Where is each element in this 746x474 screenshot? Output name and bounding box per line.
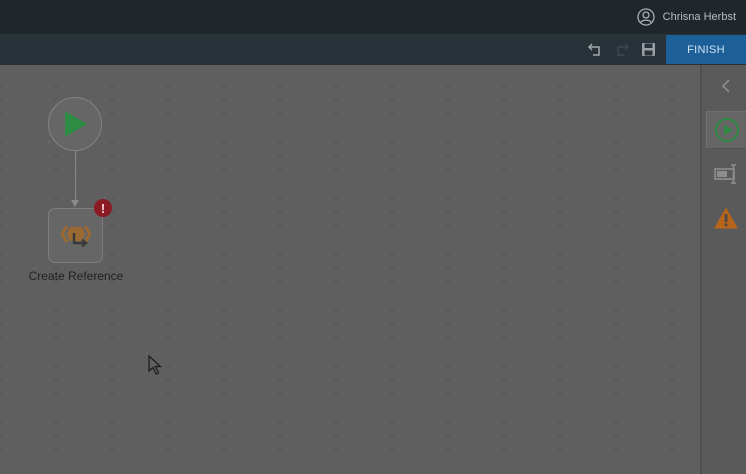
start-node[interactable] [48,97,102,151]
warnings-button[interactable] [706,199,746,237]
save-icon[interactable] [640,41,656,57]
input-field-button[interactable] [706,155,746,193]
chevron-left-icon [721,79,730,93]
toolbar [0,34,746,65]
collapse-panel-button[interactable] [706,67,746,105]
finish-button[interactable]: FINISH [666,35,746,64]
create-reference-icon [59,224,92,247]
error-badge[interactable]: ! [94,199,112,217]
mouse-cursor-icon [148,355,163,375]
start-panel-button[interactable] [706,111,746,149]
text-field-icon [714,164,736,184]
undo-icon[interactable] [588,41,604,57]
node-label: Create Reference [28,269,124,283]
connector-line [75,151,76,201]
user-circle-icon [636,8,655,26]
user-name: Chrisna Herbst [662,11,736,23]
create-reference-node[interactable] [48,208,103,263]
connector-arrow [71,200,79,207]
play-circle-icon [714,118,739,142]
top-bar: Chrisna Herbst [0,0,746,34]
user-menu[interactable]: Chrisna Herbst [636,0,736,34]
right-panel [700,65,746,474]
redo-icon[interactable] [613,41,629,57]
play-icon [65,111,87,137]
warning-icon [714,207,738,229]
